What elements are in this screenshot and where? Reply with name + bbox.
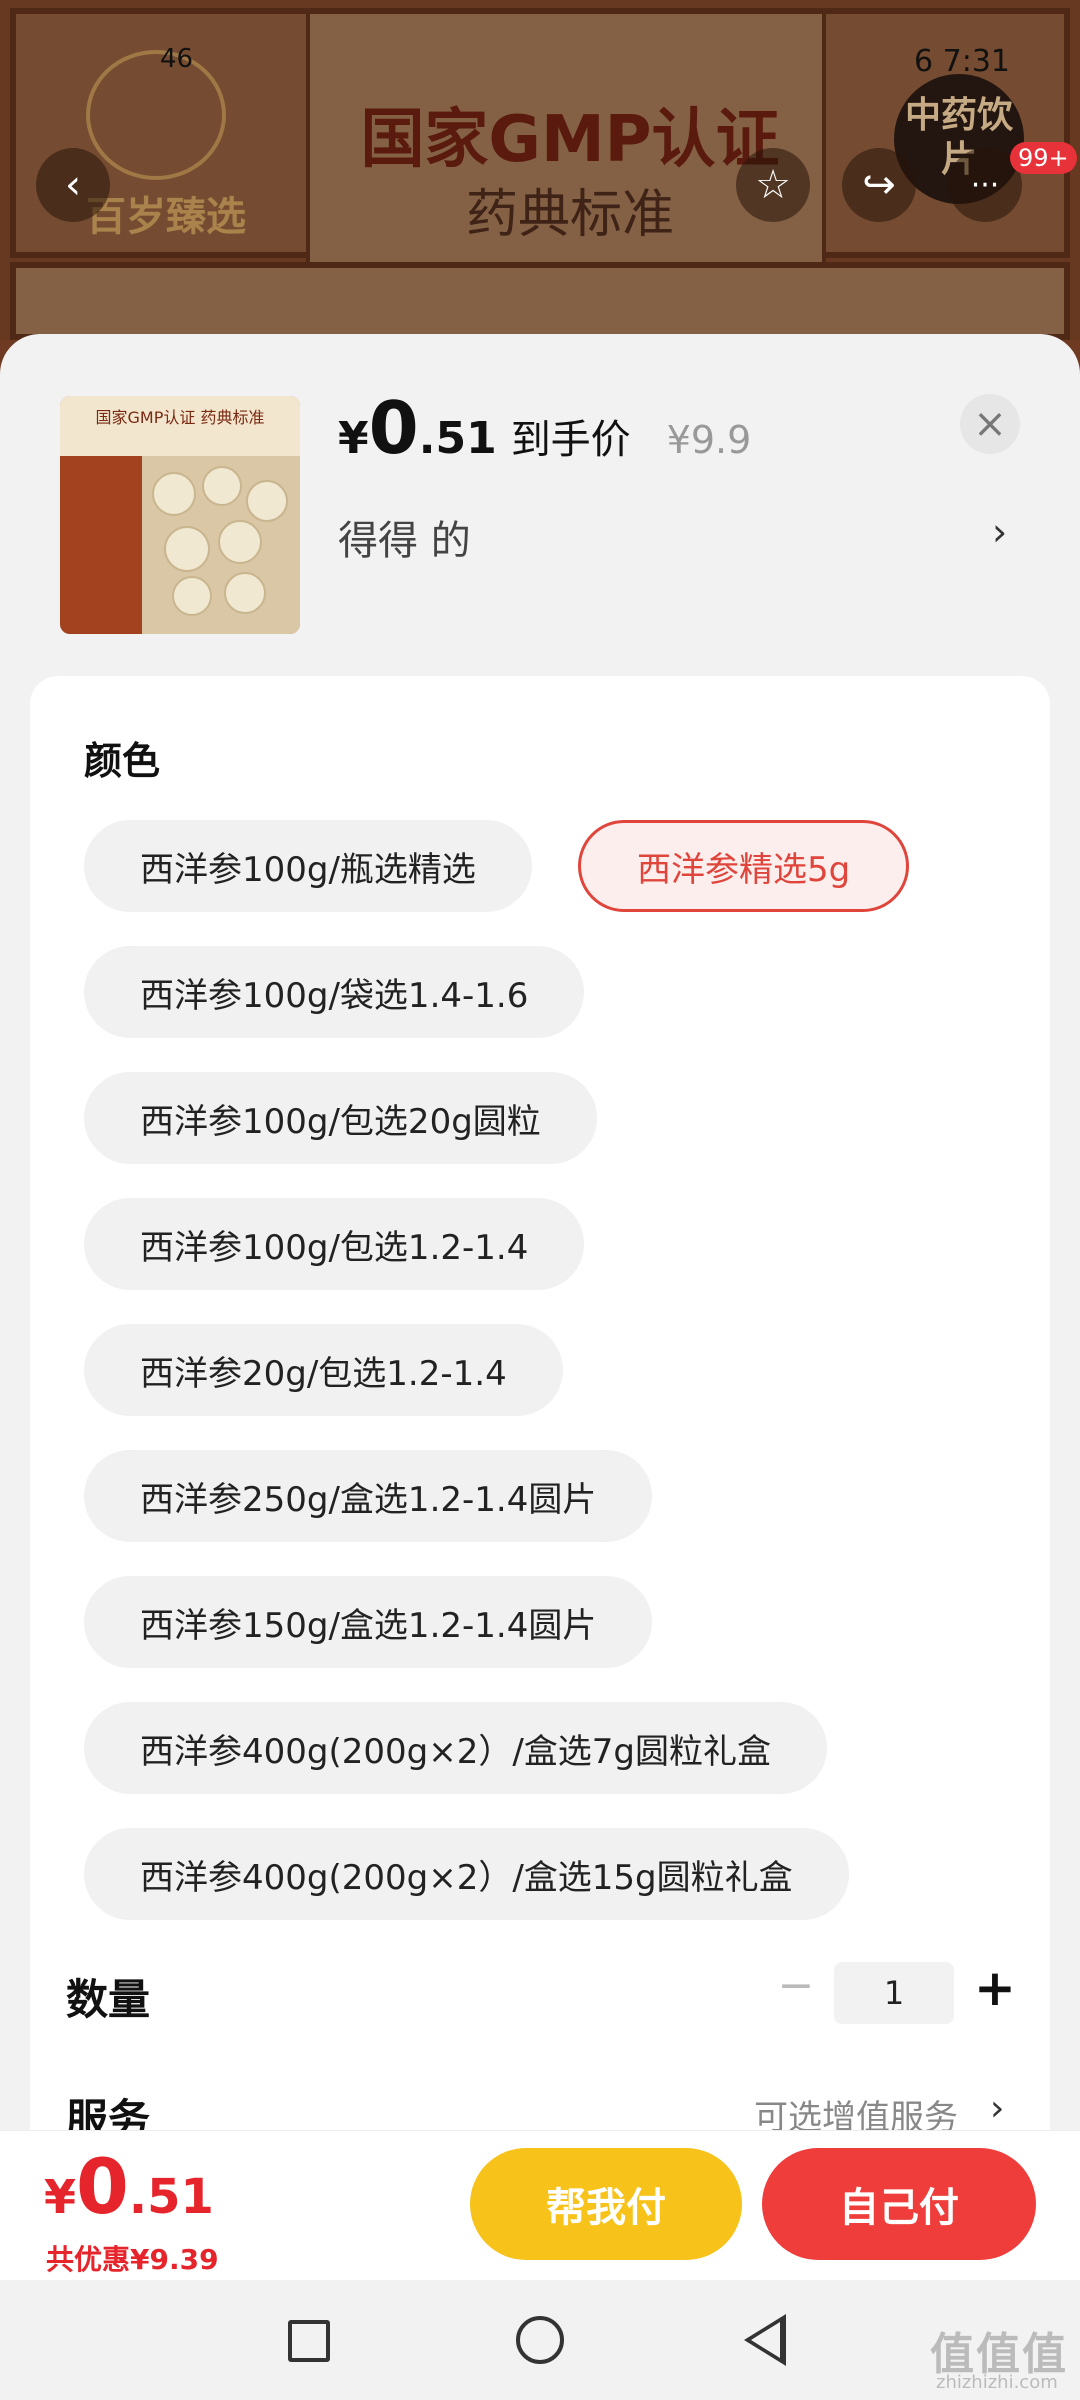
more-badge: 99+ <box>1010 142 1077 174</box>
total-price: ¥ 0 .51 <box>44 2142 214 2231</box>
status-time: 6 7:31 <box>914 44 1010 79</box>
favorite-button[interactable]: ☆ <box>736 148 810 222</box>
quantity-minus-button[interactable]: − <box>776 1964 816 2008</box>
thumb-header: 国家GMP认证 药典标准 <box>60 396 300 456</box>
option-chip[interactable]: 西洋参400g(200g×2）/盒选15g圆粒礼盒 <box>84 1828 849 1920</box>
option-chip[interactable]: 西洋参100g/瓶选精选 <box>84 820 532 912</box>
total-integer: 0 <box>76 2142 129 2231</box>
price-decimal: .51 <box>418 413 497 464</box>
total-decimal: .51 <box>128 2169 214 2225</box>
clock: 7:31 <box>942 44 1010 79</box>
option-chip[interactable]: 西洋参100g/包选1.2-1.4 <box>84 1198 585 1290</box>
network-indicator: 46 <box>160 44 194 74</box>
home-icon[interactable] <box>516 2316 564 2364</box>
option-chip[interactable]: 西洋参250g/盒选1.2-1.4圆片 <box>84 1450 653 1542</box>
color-section-title: 颜色 <box>84 739 161 783</box>
option-chip[interactable]: 西洋参100g/包选20g圆粒 <box>84 1072 597 1164</box>
chevron-right-icon[interactable]: › <box>992 510 1007 554</box>
price-row: ¥ 0 .51 到手价 ¥9.9 <box>338 386 752 470</box>
option-chip[interactable]: 西洋参400g(200g×2）/盒选7g圆粒礼盒 <box>84 1702 828 1794</box>
quantity-input[interactable]: 1 <box>834 1962 954 2024</box>
price-integer: 0 <box>368 386 419 470</box>
discount-text: 共优惠¥9.39 <box>46 2243 219 2276</box>
back-icon: ‹ <box>65 162 81 208</box>
total-currency: ¥ <box>44 2170 77 2224</box>
close-button[interactable]: × <box>960 394 1020 454</box>
back-button[interactable]: ‹ <box>36 148 110 222</box>
quantity-plus-button[interactable]: + <box>974 1958 1016 2018</box>
back-triangle-inner <box>751 2322 780 2358</box>
battery-level: 6 <box>913 44 934 79</box>
option-chip-selected[interactable]: 西洋参精选5g <box>578 820 910 912</box>
option-chip[interactable]: 西洋参20g/包选1.2-1.4 <box>84 1324 563 1416</box>
product-thumbnail[interactable]: 国家GMP认证 药典标准 <box>60 396 300 634</box>
close-icon: × <box>973 401 1007 447</box>
chevron-right-icon[interactable]: › <box>990 2088 1004 2129</box>
help-pay-button[interactable]: 帮我付 <box>470 2148 742 2260</box>
price-label: 到手价 <box>510 417 631 463</box>
star-icon: ☆ <box>755 162 791 208</box>
thumb-side-panel <box>60 456 142 634</box>
option-chip[interactable]: 西洋参150g/盒选1.2-1.4圆片 <box>84 1576 653 1668</box>
price-currency: ¥ <box>338 413 369 464</box>
original-price: ¥9.9 <box>666 418 752 462</box>
watermark-sub: zhizhizhi.com <box>936 2372 1058 2393</box>
recent-apps-icon[interactable] <box>288 2320 330 2362</box>
thumb-product-image <box>142 456 300 634</box>
share-icon: ↪ <box>862 162 896 208</box>
status-bar: 46 6 7:31 <box>0 0 1080 79</box>
product-subtitle[interactable]: 得得 的 <box>338 508 471 566</box>
share-button[interactable]: ↪ <box>842 148 916 222</box>
quantity-title: 数量 <box>66 1975 151 2024</box>
more-icon: ··· <box>970 167 1000 203</box>
option-chip[interactable]: 西洋参100g/袋选1.4-1.6 <box>84 946 585 1038</box>
self-pay-button[interactable]: 自己付 <box>762 2148 1036 2260</box>
